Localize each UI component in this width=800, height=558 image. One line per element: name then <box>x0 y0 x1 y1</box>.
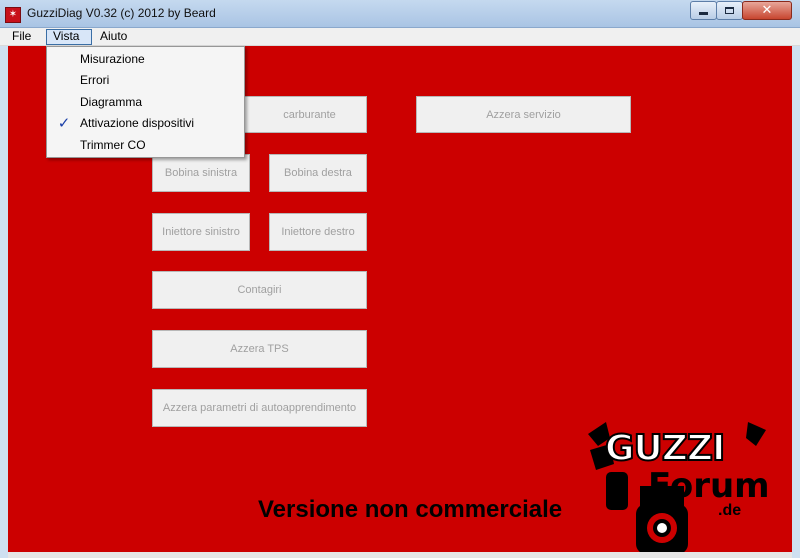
app-icon[interactable]: ✶ <box>5 7 21 23</box>
menu-item-label: Attivazione dispositivi <box>80 116 195 130</box>
watermark-text: Versione non commerciale <box>258 496 563 523</box>
logo-de-text: .de <box>718 502 742 519</box>
maximize-icon <box>725 7 734 14</box>
menu-vista[interactable]: Vista <box>46 29 92 45</box>
iniettore-sinistro-button[interactable]: Iniettore sinistro <box>152 213 250 251</box>
window-title: GuzziDiag V0.32 (c) 2012 by Beard <box>27 6 216 20</box>
vista-dropdown-menu: Misurazione Errori Diagramma ✓ Attivazio… <box>46 46 245 158</box>
status-bar <box>8 552 792 558</box>
menu-bar: File Vista Aiuto <box>0 28 800 46</box>
window-frame-right <box>792 46 800 558</box>
carburante-label: carburante <box>283 108 336 121</box>
logo-forum-text: Forum <box>648 466 770 506</box>
menu-item-trimmer-co[interactable]: Trimmer CO <box>47 135 244 156</box>
logo-guzzi-text: GUZZI <box>604 427 726 470</box>
menu-item-label: Errori <box>80 73 110 87</box>
menu-item-errori[interactable]: Errori <box>47 70 244 91</box>
minimize-button[interactable] <box>690 1 717 20</box>
menu-item-label: Trimmer CO <box>80 138 146 152</box>
maximize-button[interactable] <box>716 1 743 20</box>
menu-item-label: Misurazione <box>80 52 145 66</box>
window-frame-left <box>0 46 8 558</box>
bobina-sinistra-button[interactable]: Bobina sinistra <box>152 154 250 192</box>
close-icon: ✕ <box>761 3 773 18</box>
menu-item-attivazione-dispositivi[interactable]: ✓ Attivazione dispositivi <box>47 113 244 134</box>
menu-item-label: Diagramma <box>80 95 143 109</box>
minimize-icon <box>699 12 708 15</box>
azzera-servizio-button[interactable]: Azzera servizio <box>416 96 631 133</box>
azzera-parametri-button[interactable]: Azzera parametri di autoapprendimento <box>152 389 367 427</box>
menu-aiuto[interactable]: Aiuto <box>94 29 133 45</box>
contagiri-button[interactable]: Contagiri <box>152 271 367 309</box>
menu-item-diagramma[interactable]: Diagramma <box>47 92 244 113</box>
iniettore-destro-button[interactable]: Iniettore destro <box>269 213 367 251</box>
menu-item-misurazione[interactable]: Misurazione <box>47 49 244 70</box>
menu-file[interactable]: File <box>6 29 37 45</box>
check-icon: ✓ <box>57 114 71 132</box>
azzera-tps-button[interactable]: Azzera TPS <box>152 330 367 368</box>
title-bar[interactable]: ✶ GuzziDiag V0.32 (c) 2012 by Beard ✕ <box>0 0 800 28</box>
close-button[interactable]: ✕ <box>742 1 792 20</box>
bobina-destra-button[interactable]: Bobina destra <box>269 154 367 192</box>
